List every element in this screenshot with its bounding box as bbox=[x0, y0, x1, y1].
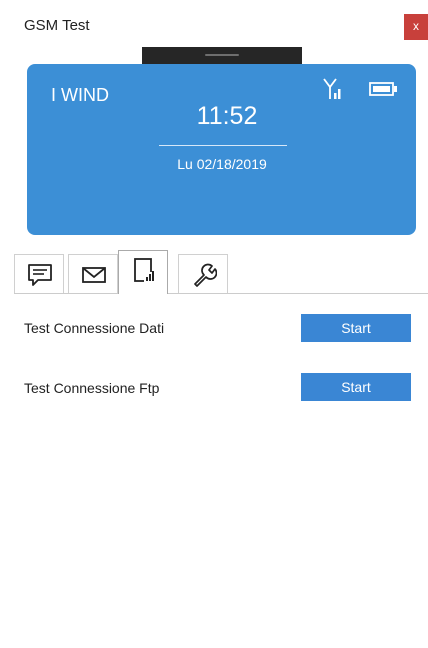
antenna-signal-icon bbox=[323, 78, 341, 99]
tab-bar-divider bbox=[14, 293, 428, 294]
window-title: GSM Test bbox=[24, 17, 90, 34]
battery-icon bbox=[369, 82, 397, 96]
message-icon bbox=[28, 264, 52, 286]
close-button[interactable]: x bbox=[404, 14, 428, 40]
tab-bar bbox=[14, 250, 428, 294]
wrench-icon bbox=[194, 263, 217, 287]
mail-icon bbox=[82, 267, 106, 283]
clock-time: 11:52 bbox=[196, 102, 258, 130]
start-data-test-button[interactable]: Start bbox=[301, 314, 411, 342]
tab-messages[interactable] bbox=[14, 254, 64, 293]
tab-mail[interactable] bbox=[68, 254, 118, 293]
clock-divider bbox=[159, 145, 287, 146]
phone-notch bbox=[142, 47, 302, 65]
operator-name: I WIND bbox=[51, 85, 109, 105]
phone-signal-icon bbox=[134, 258, 154, 282]
clock-date: Lu 02/18/2019 bbox=[177, 156, 267, 172]
notch-handle bbox=[205, 54, 239, 56]
test-ftp-connection-label: Test Connessione Ftp bbox=[24, 380, 160, 396]
tab-settings[interactable] bbox=[178, 254, 228, 293]
phone-status-panel: I WIND 11:52 Lu 02/18/2019 bbox=[27, 64, 416, 235]
test-data-connection-label: Test Connessione Dati bbox=[24, 320, 165, 336]
start-ftp-test-button[interactable]: Start bbox=[301, 373, 411, 401]
tab-connection[interactable] bbox=[118, 250, 168, 294]
